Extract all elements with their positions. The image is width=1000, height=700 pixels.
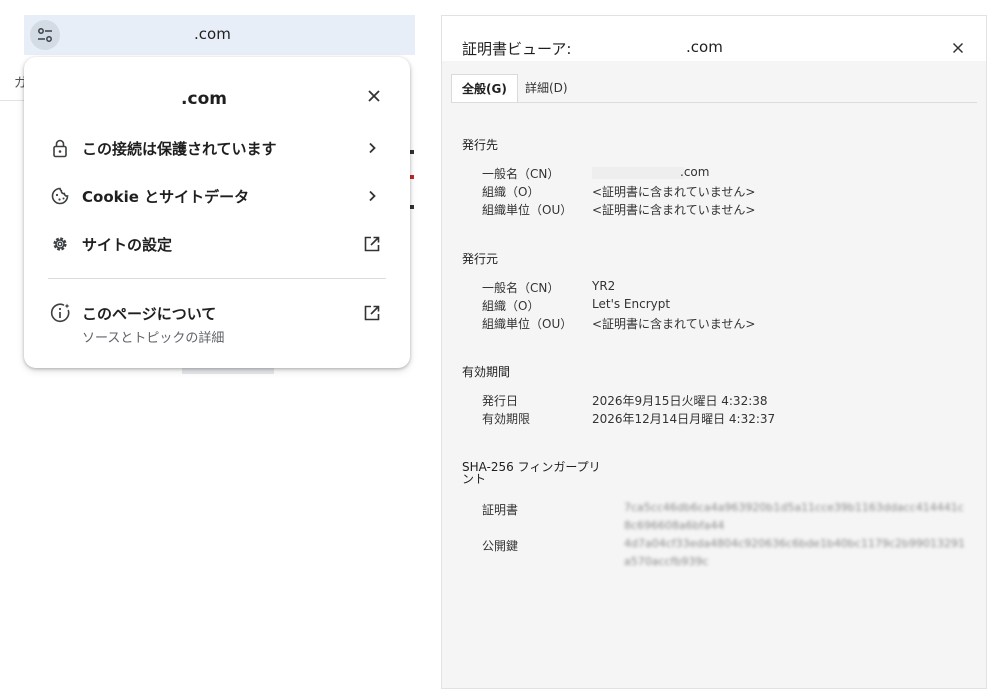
issued-by-heading: 発行元 — [462, 252, 499, 266]
validity-heading: 有効期間 — [462, 365, 511, 379]
expires-on-value: 2026年12月14日月曜日 4:32:37 — [592, 412, 776, 426]
issued-to-o-value: <証明書に含まれていません> — [592, 185, 756, 199]
gear-icon — [48, 232, 72, 256]
chevron-right-icon — [360, 136, 384, 160]
cert-fingerprint-value: 7ca5cc46db6ca4a963920b1d5a11cce39b1163dd… — [624, 501, 964, 532]
open-external-icon — [360, 301, 384, 325]
issued-on-label: 発行日 — [482, 394, 519, 408]
expires-on-label: 有効期限 — [482, 412, 531, 426]
pubkey-fingerprint-value: 4d7a04cf33eda4804c920636c6bde1b40bc1179c… — [624, 537, 965, 568]
chevron-right-icon — [360, 184, 384, 208]
dialog-title-text: 証明書ビューア: — [462, 40, 572, 58]
open-external-icon — [360, 232, 384, 256]
issued-by-o-value: Let's Encrypt — [592, 297, 671, 311]
site-settings-label: サイトの設定 — [82, 236, 173, 254]
tab-details[interactable]: 詳細(D) — [515, 74, 578, 102]
tab-general[interactable]: 全般(G) — [451, 74, 518, 103]
dialog-header: 証明書ビューア: .com — [442, 16, 986, 61]
redacted-hostname — [592, 167, 684, 179]
fingerprint-heading-line2: ント — [462, 472, 487, 486]
about-page-item[interactable]: このページについて ソースとトピックの詳細 — [48, 293, 388, 349]
dialog-body: 全般(G) 詳細(D) 発行先 一般名（CN） .com 組織（O） <証明書に… — [442, 61, 986, 688]
issued-to-cn-value: .com — [680, 165, 710, 179]
background-mark — [410, 175, 414, 179]
issued-to-ou-value: <証明書に含まれていません> — [592, 203, 756, 217]
issued-by-ou-label: 組織単位（OU） — [482, 317, 573, 331]
issued-to-heading: 発行先 — [462, 138, 499, 152]
background-mark — [410, 205, 414, 209]
issued-by-o-label: 組織（O） — [482, 299, 540, 313]
certificate-viewer-dialog: 証明書ビューア: .com 全般(G) 詳細(D) 発行先 一般名（CN） .c… — [441, 15, 987, 689]
address-bar[interactable]: .com — [24, 15, 415, 55]
popup-divider — [48, 278, 386, 279]
site-info-button[interactable] — [30, 20, 60, 50]
cookie-site-data-item[interactable]: Cookie とサイトデータ — [48, 176, 388, 216]
tune-icon — [38, 28, 52, 42]
dialog-title: 証明書ビューア: .com — [462, 38, 723, 59]
about-page-label: このページについて — [82, 305, 217, 323]
dialog-title-host: .com — [686, 38, 723, 56]
close-icon — [952, 42, 964, 54]
site-info-popup: .com この接続は保護されています Cookie とサイトデータ サイトの設定… — [24, 57, 410, 368]
cert-fingerprint-label: 証明書 — [482, 503, 519, 517]
close-icon — [368, 90, 380, 102]
dialog-close-button[interactable] — [946, 36, 970, 60]
issued-to-cn-label: 一般名（CN） — [482, 167, 560, 181]
connection-secure-label: この接続は保護されています — [82, 140, 277, 158]
tab-divider — [451, 102, 977, 103]
page-info-icon — [48, 301, 72, 325]
issued-by-cn-value: YR2 — [592, 279, 616, 293]
background-mark — [410, 150, 414, 154]
fingerprint-heading: SHA-256 フィンガープリ ント — [462, 461, 612, 485]
issued-to-ou-label: 組織単位（OU） — [482, 203, 573, 217]
about-page-sublabel: ソースとトピックの詳細 — [82, 331, 225, 346]
issued-on-value: 2026年9月15日火曜日 4:32:38 — [592, 394, 768, 408]
lock-icon — [48, 136, 72, 160]
cookie-site-data-label: Cookie とサイトデータ — [82, 188, 250, 206]
popup-close-button[interactable] — [362, 84, 386, 108]
issued-by-ou-value: <証明書に含まれていません> — [592, 317, 756, 331]
address-url[interactable]: .com — [194, 25, 231, 43]
issued-to-o-label: 組織（O） — [482, 185, 540, 199]
cookie-icon — [48, 184, 72, 208]
issued-by-cn-label: 一般名（CN） — [482, 281, 560, 295]
site-settings-item[interactable]: サイトの設定 — [48, 224, 388, 264]
connection-secure-item[interactable]: この接続は保護されています — [48, 128, 388, 168]
background-element — [182, 368, 274, 374]
popup-title: .com — [181, 89, 227, 109]
pubkey-fingerprint-label: 公開鍵 — [482, 539, 519, 553]
